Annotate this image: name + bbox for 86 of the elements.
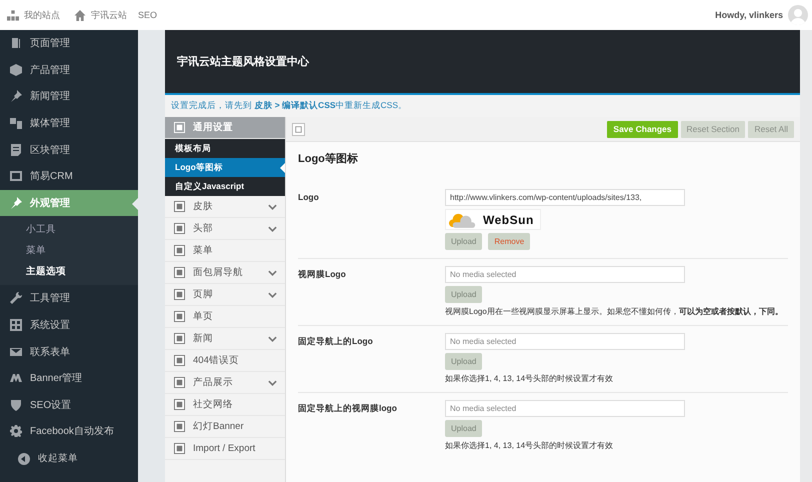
- home-icon[interactable]: [74, 10, 86, 20]
- user-greeting[interactable]: Howdy, vlinkers: [715, 10, 783, 20]
- chevron-down-icon: [268, 380, 277, 386]
- pin-icon: [10, 90, 22, 102]
- chevron-down-icon: [268, 270, 277, 276]
- sidebar-item[interactable]: 媒体管理: [0, 110, 138, 136]
- expand-toggle-icon[interactable]: [292, 122, 305, 136]
- section-icon: [174, 399, 185, 410]
- options-nav-item[interactable]: 头部: [165, 218, 285, 240]
- section-icon: [174, 333, 185, 344]
- chevron-down-icon: [268, 226, 277, 232]
- section-icon: [174, 443, 185, 454]
- mail-icon: [10, 346, 22, 358]
- field-description: 视网膜Logo用在一些视网膜显示屏幕上显示。如果您不懂如何传，可以为空或者按默认，下同。: [445, 306, 783, 317]
- field-label: 固定导航上的Logo: [298, 335, 374, 348]
- section-icon: [174, 245, 185, 256]
- section-icon: [174, 355, 185, 366]
- media-icon: [10, 117, 22, 130]
- sidebar-item[interactable]: 简易CRM: [0, 162, 138, 190]
- gear-icon: [10, 425, 22, 438]
- network-icon[interactable]: [7, 10, 19, 20]
- page-title: 宇讯云站主题风格设置中心: [177, 54, 309, 69]
- sidebar-item[interactable]: Facebook自动发布: [0, 418, 138, 445]
- section-title: Logo等图标: [297, 152, 359, 167]
- sidebar-item[interactable]: Banner管理: [0, 364, 138, 392]
- crm-icon: [10, 170, 22, 182]
- sidebar-item[interactable]: 联系表单: [0, 338, 138, 365]
- sidebar-item[interactable]: SEO设置: [0, 392, 138, 418]
- cube-icon: [10, 64, 22, 76]
- options-nav-item[interactable]: 页脚: [165, 284, 285, 306]
- sidebar-item[interactable]: 系统设置: [0, 312, 138, 338]
- options-subnav-item[interactable]: 模板布局: [165, 139, 285, 158]
- submenu-item[interactable]: 主题选项: [0, 261, 138, 282]
- section-icon: [174, 421, 185, 432]
- field-label: 固定导航上的视网膜logo: [298, 402, 398, 415]
- list-icon: [10, 144, 22, 156]
- chevron-down-icon: [268, 204, 277, 210]
- admin-bar-link[interactable]: 我的站点: [24, 8, 60, 22]
- field-label: 视网膜Logo: [298, 268, 347, 281]
- submenu-item[interactable]: 小工具: [0, 219, 138, 240]
- doc-icon: [10, 37, 22, 50]
- options-nav-item[interactable]: 面包屑导航: [165, 262, 285, 284]
- sidebar-item[interactable]: 区块管理: [0, 136, 138, 163]
- wrench-icon: [10, 292, 22, 304]
- options-nav-item[interactable]: Import / Export: [165, 438, 285, 460]
- sidebar-item[interactable]: 新闻管理: [0, 83, 138, 110]
- m-icon: [10, 372, 22, 384]
- options-nav-item[interactable]: 404错误页: [165, 350, 285, 372]
- admin-bar-link[interactable]: 宇讯云站: [91, 8, 127, 22]
- section-icon: [174, 122, 185, 133]
- section-icon: [174, 311, 185, 322]
- media-url-field[interactable]: No media selected: [445, 266, 685, 283]
- options-nav-item[interactable]: 幻灯Banner: [165, 416, 285, 438]
- field-label: Logo: [298, 191, 320, 204]
- options-subnav-item[interactable]: Logo等图标: [165, 158, 285, 177]
- options-nav-item[interactable]: 皮肤: [165, 196, 285, 218]
- section-icon: [174, 201, 185, 212]
- cloud-icon: [449, 211, 477, 228]
- media-url-field[interactable]: No media selected: [445, 400, 685, 417]
- section-icon: [174, 289, 185, 300]
- section-icon: [174, 377, 185, 388]
- admin-bar-link[interactable]: SEO: [138, 10, 158, 20]
- notice-text: 设置完成后，请先到 皮肤 > 编译默认CSS中重新生成CSS。: [171, 100, 408, 112]
- section-icon: [174, 223, 185, 234]
- field-description: 如果你选择1, 4, 13, 14号头部的时候设置才有效: [445, 373, 614, 384]
- options-nav-item[interactable]: 新闻: [165, 328, 285, 350]
- media-url-field[interactable]: http://www.vlinkers.com/wp-content/uploads/sites/133,: [445, 189, 685, 206]
- media-url-field[interactable]: No media selected: [445, 333, 685, 350]
- grid-icon: [10, 319, 22, 332]
- chevron-down-icon: [268, 292, 277, 298]
- options-nav-item[interactable]: 产品展示: [165, 372, 285, 394]
- options-nav-item[interactable]: 菜单: [165, 240, 285, 262]
- collapse-menu-button[interactable]: 收起菜单: [0, 444, 138, 473]
- options-subnav-item[interactable]: 自定义Javascript: [165, 177, 285, 196]
- sidebar-item[interactable]: 页面管理: [0, 30, 138, 57]
- submenu-item[interactable]: 菜单: [0, 240, 138, 262]
- field-description: 如果你选择1, 4, 13, 14号头部的时候设置才有效: [445, 440, 614, 451]
- options-nav-item[interactable]: 单页: [165, 306, 285, 328]
- sidebar-item[interactable]: 工具管理: [0, 285, 138, 312]
- logo-wordmark: WebSun: [483, 212, 534, 226]
- chevron-down-icon: [268, 336, 277, 342]
- collapse-icon: [18, 452, 30, 465]
- sidebar-item[interactable]: 产品管理: [0, 56, 138, 84]
- section-icon: [174, 267, 185, 278]
- shield-icon: [10, 398, 22, 411]
- options-nav-item[interactable]: 社交网络: [165, 394, 285, 416]
